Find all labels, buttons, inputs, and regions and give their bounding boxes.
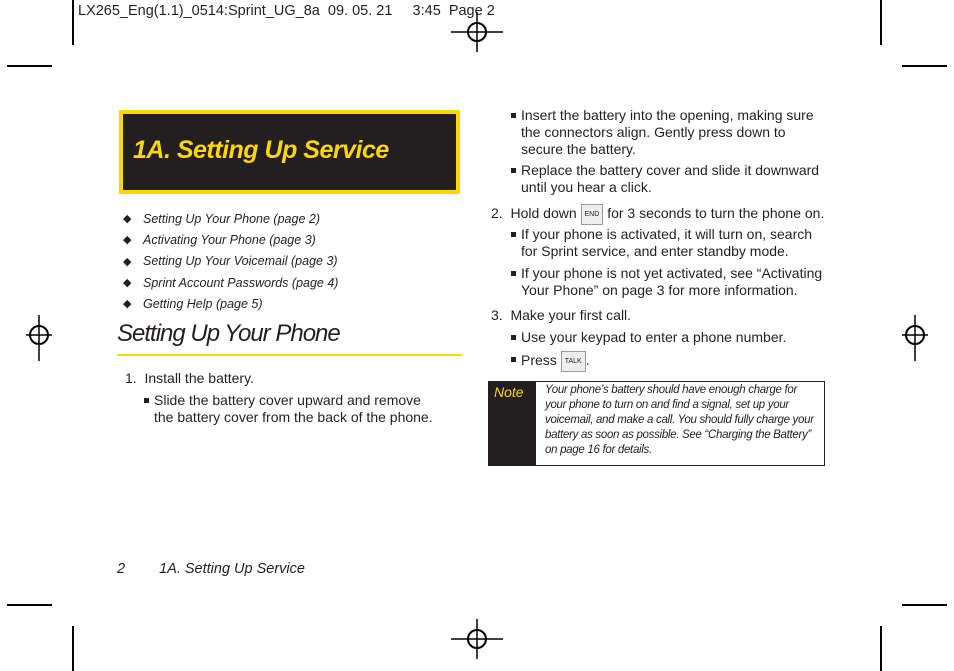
page-heading: Setting Up Your Phone [117, 320, 341, 347]
bullet: Slide the battery cover upward and remov… [144, 392, 444, 426]
crop-mark [7, 65, 52, 67]
crop-mark [902, 65, 947, 67]
diamond-bullet-icon: ◆ [123, 234, 132, 247]
toc-item[interactable]: ◆ Setting Up Your Voicemail (page 3) [123, 251, 338, 272]
crop-mark [7, 604, 52, 606]
step-1: 1. Install the battery. [125, 370, 254, 386]
print-slug: LX265_Eng(1.1)_0514:Sprint_UG_8a 09. 05.… [78, 3, 495, 19]
bullet: Insert the battery into the opening, mak… [511, 107, 831, 158]
heading-rule [117, 354, 462, 356]
bullet: If your phone is activated, it will turn… [511, 226, 826, 260]
toc-item[interactable]: ◆ Setting Up Your Phone (page 2) [123, 208, 338, 229]
registration-mark-icon [26, 315, 52, 361]
diamond-bullet-icon: ◆ [123, 277, 132, 290]
diamond-bullet-icon: ◆ [123, 213, 132, 226]
bullet: Replace the battery cover and slide it d… [511, 162, 821, 196]
diamond-bullet-icon: ◆ [123, 298, 132, 311]
registration-mark-icon [902, 315, 928, 361]
crop-mark [880, 626, 882, 671]
crop-mark [880, 0, 882, 45]
toc-item[interactable]: ◆ Getting Help (page 5) [123, 293, 338, 314]
step-2: 2. Hold down END for 3 seconds to turn t… [491, 204, 824, 225]
diamond-bullet-icon: ◆ [123, 255, 132, 268]
section-toc: ◆ Setting Up Your Phone (page 2) ◆ Activat… [123, 208, 338, 314]
bullet: If your phone is not yet activated, see … [511, 265, 826, 299]
registration-mark-icon [451, 619, 503, 659]
step-3: 3. Make your first call. [491, 307, 632, 323]
end-key-icon: END [580, 204, 604, 225]
note-label: Note [489, 382, 536, 465]
note-box: Note Your phone’s battery should have en… [488, 381, 825, 466]
bullet: Use your keypad to enter a phone number. [511, 329, 826, 346]
note-text: Your phone’s battery should have enough … [545, 384, 814, 456]
page-footer: 2 1A. Setting Up Service [117, 561, 305, 577]
toc-item[interactable]: ◆ Sprint Account Passwords (page 4) [123, 272, 338, 293]
toc-item[interactable]: ◆ Activating Your Phone (page 3) [123, 229, 338, 250]
talk-key-icon: TALK [560, 351, 586, 372]
bullet: Press TALK. [511, 351, 826, 372]
section-title: 1A. Setting Up Service [133, 136, 389, 164]
section-title-box: 1A. Setting Up Service [119, 110, 460, 194]
crop-mark [902, 604, 947, 606]
crop-mark [72, 0, 74, 45]
crop-mark [72, 626, 74, 671]
